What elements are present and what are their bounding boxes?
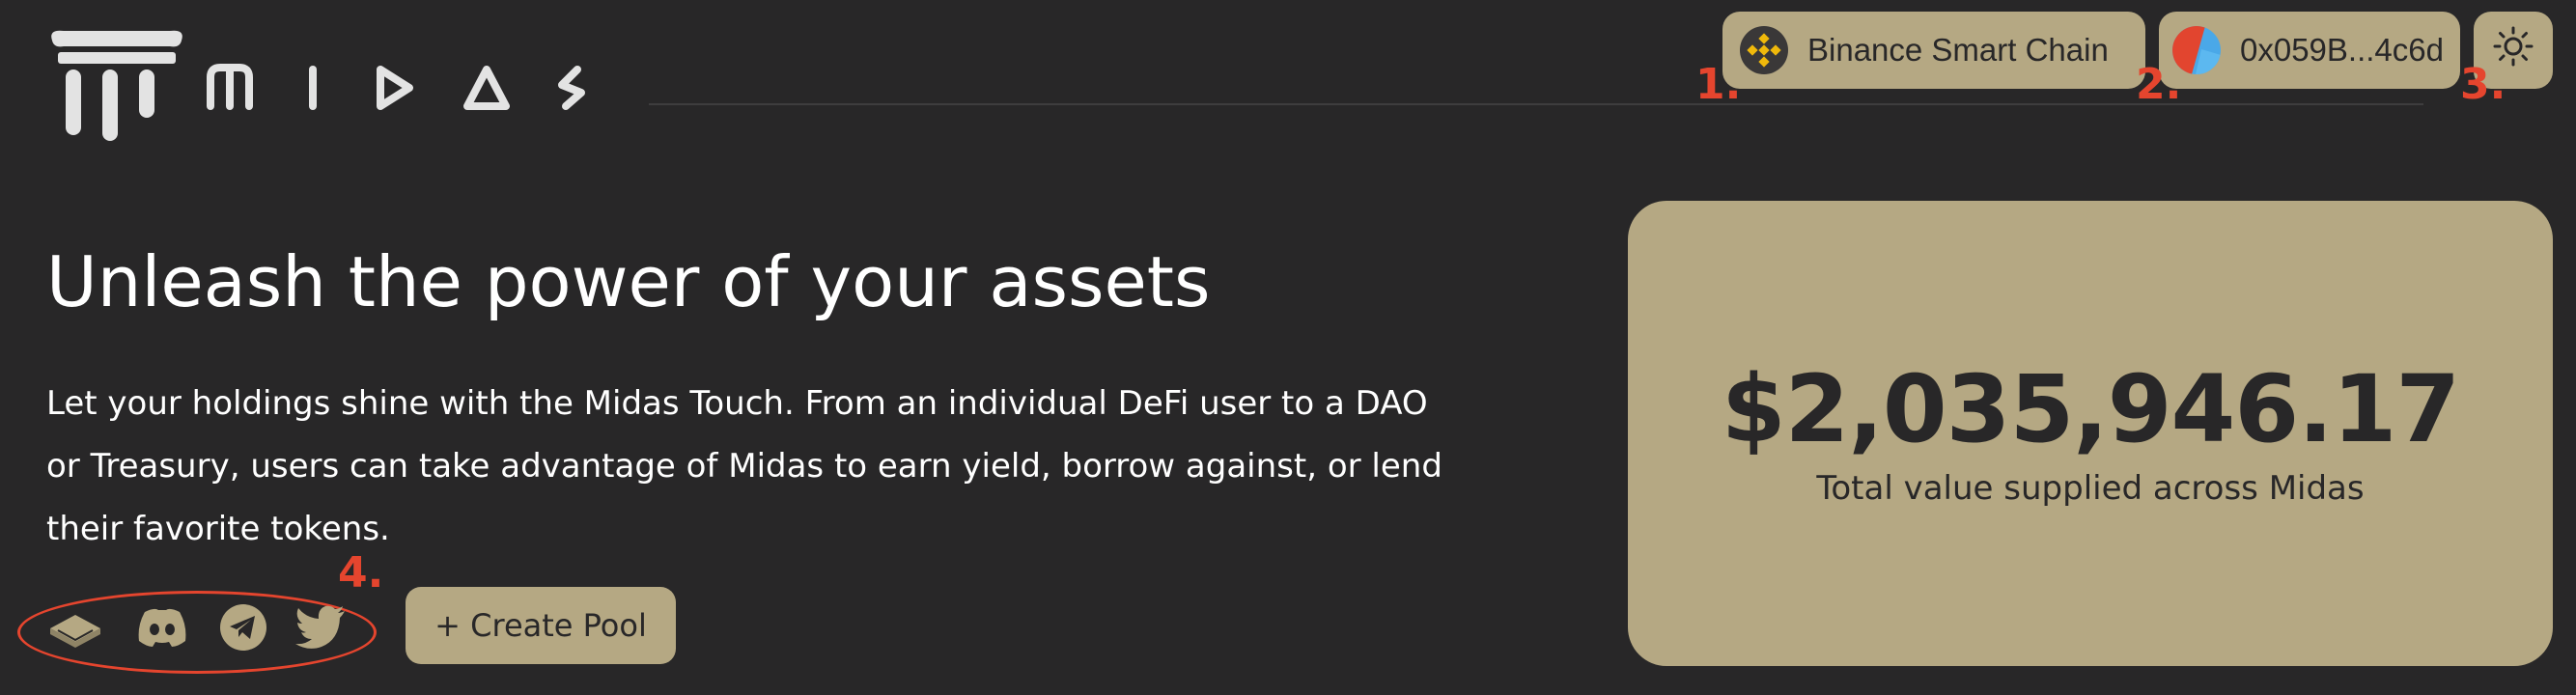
network-label: Binance Smart Chain [1807, 32, 2109, 68]
telegram-icon[interactable] [214, 600, 272, 654]
total-value-label: Total value supplied across Midas [1816, 469, 2365, 508]
wallet-address: 0x059B...4c6d [2240, 32, 2444, 68]
annotation-marker-2: 2. [2136, 60, 2182, 109]
discord-icon[interactable] [133, 600, 191, 654]
annotation-marker-3: 3. [2460, 60, 2506, 109]
bnb-icon [1740, 26, 1788, 74]
hero-description: Let your holdings shine with the Midas T… [46, 384, 1442, 548]
midas-wordmark [207, 62, 602, 112]
midas-logo-icon[interactable] [44, 27, 189, 143]
total-value-card: $2,035,946.17 Total value supplied acros… [1628, 201, 2553, 666]
twitter-icon[interactable] [292, 600, 350, 654]
docs-book-icon[interactable] [46, 600, 104, 654]
create-pool-button[interactable]: + Create Pool [406, 587, 676, 664]
total-value-amount: $2,035,946.17 [1721, 355, 2460, 463]
annotation-marker-1: 1. [1695, 60, 1742, 109]
wallet-button[interactable]: 0x059B...4c6d [2159, 12, 2460, 89]
network-selector-button[interactable]: Binance Smart Chain [1722, 12, 2145, 89]
hero-headline: Unleash the power of your assets [46, 241, 1211, 322]
